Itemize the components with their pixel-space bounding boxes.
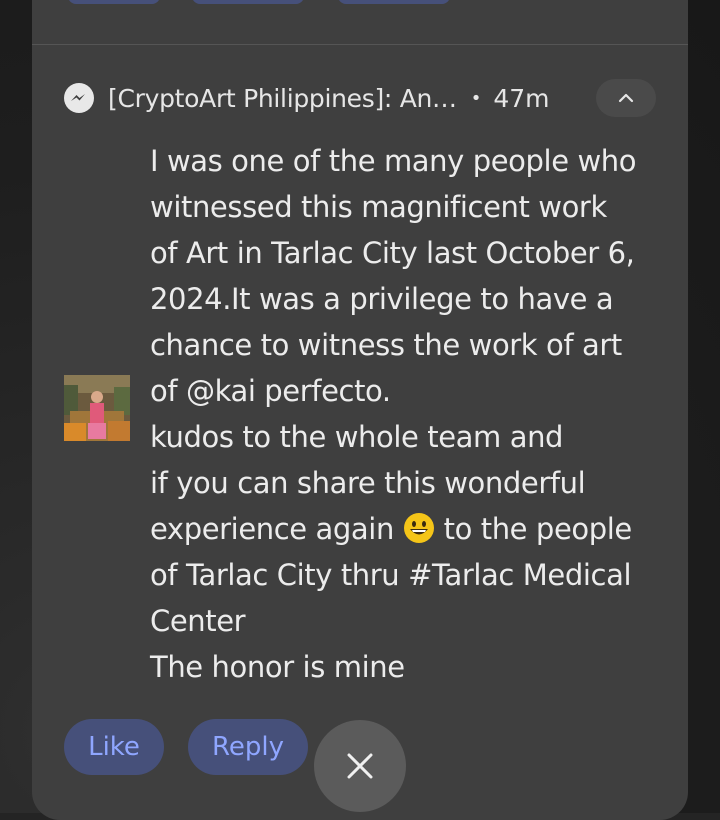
message-line: I was one of the many people who: [150, 144, 637, 178]
message-text: to the people: [443, 512, 633, 546]
previous-card-button[interactable]: [192, 0, 304, 4]
message-line: of @kai perfecto.: [150, 374, 391, 408]
message-body: I was one of the many people who witness…: [150, 138, 670, 690]
message-line: if you can share this wonderful: [150, 466, 586, 500]
divider: [32, 44, 688, 45]
grinning-face-emoji: [403, 513, 434, 543]
message-line: chance to witness the work of art: [150, 328, 622, 362]
close-button[interactable]: [314, 720, 406, 812]
close-icon: [347, 753, 373, 779]
message-line: 2024.It was a privilege to have a: [150, 282, 614, 316]
previous-card-button[interactable]: [338, 0, 450, 4]
message-line: Center: [150, 604, 246, 638]
reply-button[interactable]: Reply: [188, 719, 308, 775]
message-text: experience again: [150, 512, 394, 546]
message-line: witnessed this magnificent work: [150, 190, 607, 224]
like-button[interactable]: Like: [64, 719, 164, 775]
previous-card-button[interactable]: [68, 0, 160, 4]
chevron-up-icon: [618, 93, 634, 103]
message-line: kudos to the whole team and: [150, 420, 564, 454]
notification-header[interactable]: [CryptoArt Philippines]: An… • 47m: [64, 78, 550, 118]
message-line: of Tarlac City thru #Tarlac Medical: [150, 558, 632, 592]
message-line: of Art in Tarlac City last October 6,: [150, 236, 635, 270]
collapse-button[interactable]: [596, 79, 656, 117]
notification-time: 47m: [493, 83, 550, 113]
messenger-icon: [64, 83, 94, 113]
sender-avatar: [64, 375, 130, 441]
message-line-with-emoji: experience again to the people: [150, 506, 670, 552]
separator-dot: •: [470, 87, 482, 109]
message-line: The honor is mine: [150, 650, 405, 684]
notification-title: [CryptoArt Philippines]: An…: [108, 83, 457, 113]
